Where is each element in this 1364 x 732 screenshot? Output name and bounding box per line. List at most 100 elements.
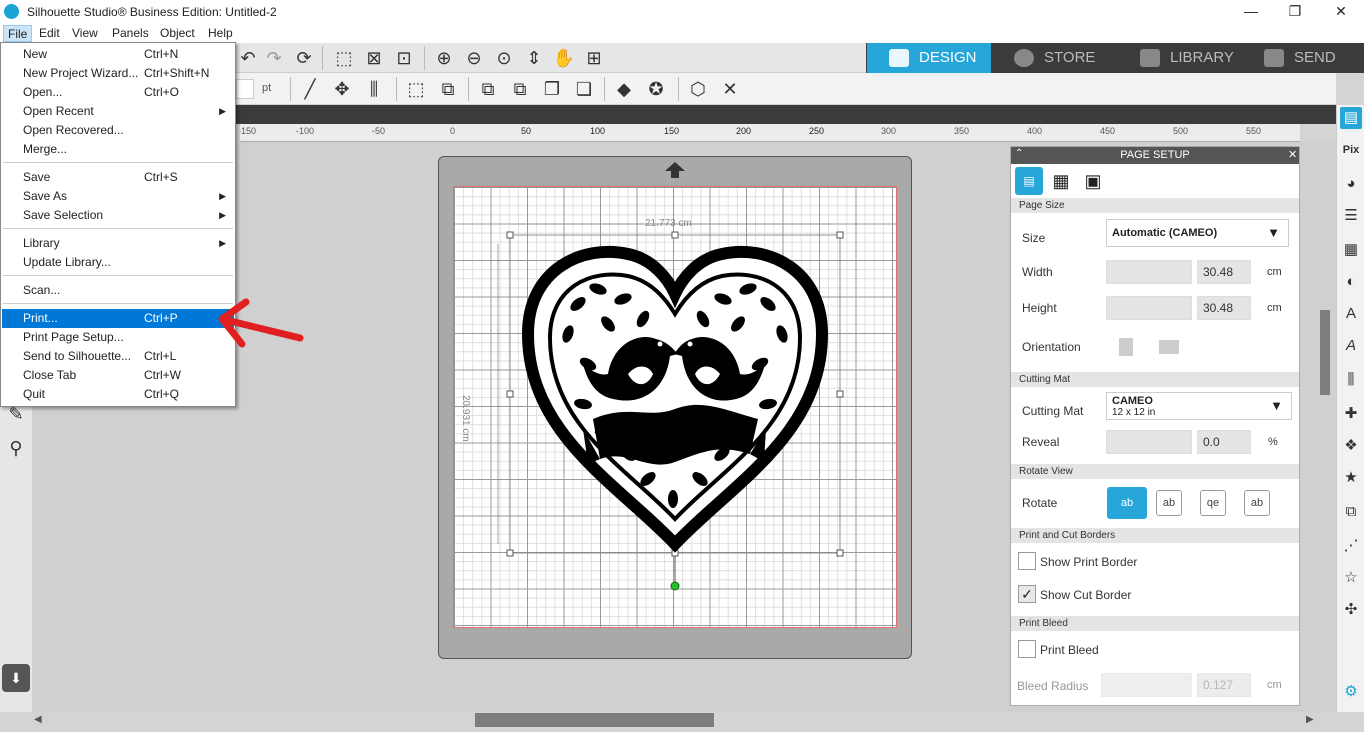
width-slider[interactable] (1106, 260, 1192, 284)
eyedropper-icon[interactable]: ⚲ (4, 436, 28, 460)
menu-item-scan[interactable]: Scan... (2, 281, 234, 300)
menu-help[interactable]: Help (204, 25, 237, 42)
pixscan-icon[interactable]: Pix (1340, 139, 1362, 161)
import-icon[interactable]: ⬇ (2, 664, 30, 692)
pan-hand-icon[interactable]: ✋ (552, 46, 576, 70)
menu-item-open[interactable]: Open... Ctrl+O (2, 83, 234, 102)
sketch-icon[interactable]: ⋰ (1340, 535, 1362, 557)
width-input[interactable]: 30.48 (1197, 260, 1251, 284)
menu-edit[interactable]: Edit (35, 25, 64, 42)
text-path-icon[interactable]: A (1340, 335, 1362, 357)
reveal-slider[interactable] (1106, 430, 1192, 454)
nesting-icon[interactable]: ✣ (1340, 599, 1362, 621)
zoom-select-icon[interactable]: ⊙ (492, 46, 516, 70)
scroll-right-icon[interactable]: ▶ (1306, 714, 1314, 725)
vertical-scroll-thumb[interactable] (1320, 310, 1330, 395)
zoom-out-icon[interactable]: ⊖ (462, 46, 486, 70)
move-icon[interactable]: ✥ (330, 77, 354, 101)
close-window-button[interactable]: ✕ (1318, 0, 1364, 23)
maximize-button[interactable]: ❐ (1272, 0, 1318, 23)
menu-item-new[interactable]: New Ctrl+N (2, 45, 234, 64)
bring-to-front-icon[interactable]: ❐ (540, 77, 564, 101)
menu-item-save[interactable]: Save Ctrl+S (2, 168, 234, 187)
bring-forward-icon[interactable]: ⧉ (476, 77, 500, 101)
menu-item-library[interactable]: Library ▶ (2, 234, 234, 253)
menu-item-save-as[interactable]: Save As ▶ (2, 187, 234, 206)
menu-item-print[interactable]: Print... Ctrl+P (2, 309, 234, 328)
selected-design[interactable] (488, 214, 858, 600)
select-all-icon[interactable]: ⬚ (332, 46, 356, 70)
reveal-input[interactable]: 0.0 (1197, 430, 1251, 454)
ungroup-icon[interactable]: ⧉ (436, 77, 460, 101)
grid-tab-icon[interactable]: ▦ (1047, 167, 1075, 195)
panel-close-icon[interactable]: ✕ (1288, 148, 1297, 161)
redraw-icon[interactable]: ⟳ (292, 46, 316, 70)
fill-color-icon[interactable]: ◕ (1340, 173, 1362, 195)
page-tab-icon[interactable]: ▤ (1015, 167, 1043, 195)
delete-icon[interactable]: ✕ (718, 77, 742, 101)
menu-panels[interactable]: Panels (108, 25, 153, 42)
redo-icon[interactable]: ↷ (262, 46, 286, 70)
menu-item-open-recovered[interactable]: Open Recovered... (2, 121, 234, 140)
show-cut-border-checkbox[interactable]: ✓ (1018, 585, 1036, 603)
bleed-radius-slider[interactable] (1101, 673, 1192, 697)
trace-icon[interactable]: ▦ (1340, 239, 1362, 261)
line-style-icon[interactable]: ☰ (1340, 205, 1362, 227)
deselect-icon[interactable]: ⊠ (362, 46, 386, 70)
scroll-left-icon[interactable]: ◀ (34, 714, 42, 725)
rhinestone-icon[interactable]: ☆ (1340, 567, 1362, 589)
rotate-90-button[interactable]: ab (1156, 490, 1182, 516)
show-print-border-checkbox[interactable] (1018, 552, 1036, 570)
star-shape-icon[interactable]: ✪ (644, 77, 668, 101)
rotate-270-button[interactable]: ab (1244, 490, 1270, 516)
line-tool-icon[interactable]: ╱ (298, 77, 322, 101)
menu-item-print-page-setup[interactable]: Print Page Setup... (2, 328, 234, 347)
menu-view[interactable]: View (68, 25, 102, 42)
text-style-icon[interactable]: A (1340, 303, 1362, 325)
height-input[interactable]: 30.48 (1197, 296, 1251, 320)
size-dropdown[interactable]: Automatic (CAMEO) ▼ (1106, 219, 1289, 247)
eraser-icon[interactable]: ◆ (612, 77, 636, 101)
settings-gear-icon[interactable]: ⚙ (1340, 681, 1362, 703)
rotate-180-button[interactable]: qe (1200, 490, 1226, 516)
height-slider[interactable] (1106, 296, 1192, 320)
portrait-icon[interactable] (1119, 338, 1133, 356)
favorites-star-icon[interactable]: ★ (1340, 467, 1362, 489)
menu-object[interactable]: Object (156, 25, 199, 42)
minimize-button[interactable]: — (1228, 0, 1274, 23)
zoom-in-icon[interactable]: ⊕ (432, 46, 456, 70)
offset-icon[interactable]: ◐ (1340, 271, 1362, 293)
tab-send[interactable]: SEND (1242, 43, 1364, 73)
menu-item-open-recent[interactable]: Open Recent ▶ (2, 102, 234, 121)
tab-library[interactable]: LIBRARY (1118, 43, 1242, 73)
modify-icon[interactable]: ⧉ (1340, 501, 1362, 523)
menu-item-save-selection[interactable]: Save Selection ▶ (2, 206, 234, 225)
menu-item-close-tab[interactable]: Close Tab Ctrl+W (2, 366, 234, 385)
tab-design[interactable]: DESIGN (867, 43, 991, 73)
menu-item-update-library[interactable]: Update Library... (2, 253, 234, 272)
horizontal-scroll-thumb[interactable] (475, 713, 714, 727)
send-to-back-icon[interactable]: ❏ (572, 77, 596, 101)
page-setup-icon[interactable]: ▤ (1340, 107, 1362, 129)
3d-box-icon[interactable]: ⬡ (686, 77, 710, 101)
fit-page-icon[interactable]: ⊞ (582, 46, 606, 70)
menu-item-merge[interactable]: Merge... (2, 140, 234, 159)
group-icon[interactable]: ⬚ (404, 77, 428, 101)
send-backward-icon[interactable]: ⧉ (508, 77, 532, 101)
bleed-radius-input[interactable]: 0.127 (1197, 673, 1251, 697)
landscape-icon[interactable] (1159, 340, 1179, 354)
cutting-mat-dropdown[interactable]: CAMEO 12 x 12 in ▼ (1106, 392, 1292, 420)
drag-zoom-icon[interactable]: ⇕ (522, 46, 546, 70)
menu-item-send-to-silhouette[interactable]: Send to Silhouette... Ctrl+L (2, 347, 234, 366)
align-icon[interactable]: ⫼ (362, 77, 386, 101)
print-bleed-checkbox[interactable] (1018, 640, 1036, 658)
select-by-color-icon[interactable]: ⊡ (392, 46, 416, 70)
tab-store[interactable]: STORE (992, 43, 1116, 73)
replicate-icon[interactable]: ❖ (1340, 435, 1362, 457)
collapse-icon[interactable]: ⌃ (1015, 148, 1023, 159)
menu-item-new-project-wizard[interactable]: New Project Wizard... Ctrl+Shift+N (2, 64, 234, 83)
transform-icon[interactable]: ✚ (1340, 403, 1362, 425)
align-panel-icon[interactable]: ⫼ (1340, 369, 1362, 391)
menu-item-quit[interactable]: Quit Ctrl+Q (2, 385, 234, 404)
font-size-input[interactable] (236, 79, 254, 99)
